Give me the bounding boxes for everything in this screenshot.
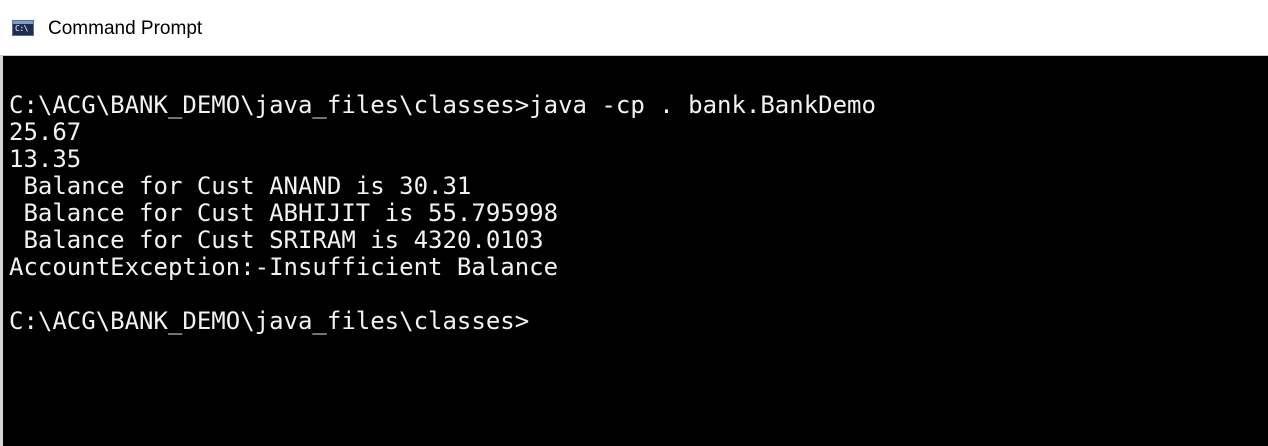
console-line-command: C:\ACG\BANK_DEMO\java_files\classes>java… — [9, 91, 876, 119]
console-line-output: 25.67 — [9, 118, 82, 146]
console-line-balance-anand: Balance for Cust ANAND is 30.31 — [9, 172, 472, 200]
console-line-output: 13.35 — [9, 145, 82, 173]
title-bar[interactable]: C:\ Command Prompt — [0, 0, 1268, 56]
cmd-console-icon[interactable]: C:\ — [12, 20, 34, 36]
window-title: Command Prompt — [48, 18, 203, 39]
icon-glyph: C:\ — [15, 24, 28, 33]
console-line-balance-abhijit: Balance for Cust ABHIJIT is 55.795998 — [9, 199, 559, 227]
command-prompt-window: C:\ Command Prompt C:\ACG\BANK_DEMO\java… — [0, 0, 1268, 446]
console-line-balance-sriram: Balance for Cust SRIRAM is 4320.0103 — [9, 226, 544, 254]
console-lines: C:\ACG\BANK_DEMO\java_files\classes>java… — [9, 92, 876, 335]
console-line-exception: AccountException:-Insufficient Balance — [9, 253, 559, 281]
console-line-prompt[interactable]: C:\ACG\BANK_DEMO\java_files\classes> — [9, 308, 876, 335]
console-output-area[interactable]: C:\ACG\BANK_DEMO\java_files\classes>java… — [0, 56, 1268, 446]
